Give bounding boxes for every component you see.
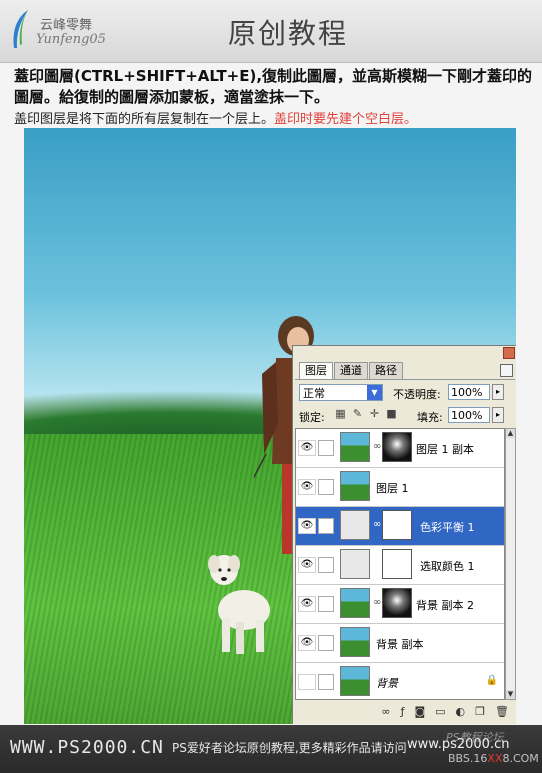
layers-scrollbar[interactable]: ▲ ▼ (505, 428, 516, 700)
watermark-url-c: 8.COM (502, 752, 539, 765)
new-group-icon[interactable]: ▭ (435, 703, 445, 721)
lock-transparency-icon[interactable]: ▦ (335, 408, 346, 419)
layer-link-box[interactable] (318, 635, 334, 651)
layer-link-box[interactable] (318, 479, 334, 495)
layer-link-box[interactable] (318, 557, 334, 573)
layer-thumbnail (340, 471, 370, 501)
adjustment-layer-icon[interactable]: ◐ (456, 703, 466, 721)
tutorial-note-text: 盖印图层是将下面的所有层复制在一个层上。 (14, 112, 275, 127)
lock-all-icon[interactable]: ■ (386, 408, 397, 419)
tabs-divider (295, 379, 515, 380)
tab-paths[interactable]: 路径 (369, 362, 403, 379)
fill-label: 填充: (417, 411, 443, 424)
layer-row[interactable]: 👁 图层 1 (296, 468, 504, 507)
layer-link-box[interactable] (318, 674, 334, 690)
layer-row-selected[interactable]: 👁 ∞ 色彩平衡 1 (296, 507, 504, 546)
logo-text-en: Yunfeng05 (36, 32, 106, 47)
logo-text-cn: 云峰零舞 (40, 18, 93, 33)
page-title: 原创教程 (228, 17, 349, 50)
lock-brush-icon[interactable]: ✎ (352, 408, 363, 419)
panel-tabs: 图层 通道 路径 (299, 362, 404, 380)
dog-figure (208, 555, 270, 654)
blend-mode-value: 正常 (303, 387, 325, 400)
eye-icon[interactable]: 👁 (298, 440, 316, 456)
scroll-down-icon[interactable]: ▼ (506, 690, 515, 699)
layer-row[interactable]: 👁 背景 副本 (296, 624, 504, 663)
link-layers-icon[interactable]: ∞ (381, 703, 390, 721)
fill-stepper-icon[interactable]: ▸ (492, 407, 504, 423)
layer-name: 选取颜色 1 (420, 560, 475, 573)
add-mask-icon[interactable]: ◙ (414, 703, 425, 721)
layer-link-box[interactable] (318, 518, 334, 534)
layer-thumbnail (340, 588, 370, 618)
layers-bottom-toolbar: ∞ ƒ ◙ ▭ ◐ ❐ 🗑 (295, 703, 515, 721)
eye-off-icon[interactable] (298, 674, 316, 690)
panel-menu-button[interactable] (500, 364, 513, 377)
chain-icon: ∞ (373, 519, 382, 530)
lock-label: 锁定: (299, 411, 325, 424)
lock-move-icon[interactable]: ✛ (369, 408, 380, 419)
chain-icon: ∞ (373, 597, 382, 608)
tutorial-note: 盖印图层是将下面的所有层复制在一个层上。盖印时要先建个空白层。 (14, 108, 417, 127)
eye-icon[interactable]: 👁 (298, 518, 316, 534)
tab-channels[interactable]: 通道 (334, 362, 368, 379)
page-header: 云峰零舞 Yunfeng05 原创教程 (0, 0, 542, 63)
trash-icon[interactable]: 🗑 (495, 703, 509, 721)
watermark-url: BBS.16XX8.COM (448, 752, 539, 765)
layer-row[interactable]: 👁 ∞ 背景 副本 2 (296, 585, 504, 624)
layer-mask-thumbnail[interactable] (382, 510, 412, 540)
feather-logo-icon (13, 10, 28, 48)
opacity-stepper-icon[interactable]: ▸ (492, 384, 504, 400)
scroll-up-icon[interactable]: ▲ (506, 429, 515, 438)
layer-name: 背景 副本 (376, 638, 424, 651)
tab-layers[interactable]: 图层 (299, 362, 333, 380)
footer-site-left: WWW.PS2000.CN (10, 737, 164, 758)
layers-list: 👁 ∞ 图层 1 副本 👁 图层 1 👁 ∞ 色彩平衡 1 👁 选取颜色 1 👁… (295, 428, 505, 700)
lock-icons: ▦ ✎ ✛ ■ (335, 408, 397, 419)
layer-mask-thumbnail[interactable] (382, 549, 412, 579)
layer-style-icon[interactable]: ƒ (401, 703, 405, 721)
layer-name: 背景 副本 2 (416, 599, 474, 612)
watermark-url-a: BBS.16 (448, 752, 488, 765)
layer-row[interactable]: 背景 🔒 (296, 663, 504, 699)
layer-mask-thumbnail[interactable] (382, 588, 412, 618)
lock-icon: 🔒 (485, 675, 498, 686)
fill-input[interactable]: 100% (448, 407, 490, 423)
tutorial-note-warning: 盖印时要先建个空白层。 (274, 112, 418, 127)
blend-mode-select[interactable]: 正常 ▼ (299, 384, 383, 401)
opacity-input[interactable]: 100% (448, 384, 490, 400)
layer-name: 背景 (376, 677, 398, 690)
new-layer-icon[interactable]: ❐ (475, 703, 485, 721)
layers-panel: 图层 通道 路径 正常 ▼ 不透明度: 100% ▸ 锁定: ▦ ✎ ✛ ■ 填… (292, 345, 516, 724)
layer-row[interactable]: 👁 ∞ 图层 1 副本 (296, 429, 504, 468)
eye-icon[interactable]: 👁 (298, 557, 316, 573)
watermark-url-b: XX (487, 752, 503, 765)
eye-icon[interactable]: 👁 (298, 479, 316, 495)
layer-thumbnail (340, 432, 370, 462)
chevron-down-icon[interactable]: ▼ (367, 385, 382, 400)
watermark-text: PS教程论坛 (446, 731, 504, 744)
tutorial-step-text: 蓋印圖層(CTRL+SHIFT+ALT+E),復制此圖層，並高斯模糊一下剛才蓋印… (14, 67, 533, 106)
eye-icon[interactable]: 👁 (298, 635, 316, 651)
adjustment-thumbnail-icon (340, 510, 370, 540)
layer-link-box[interactable] (318, 596, 334, 612)
layer-thumbnail (340, 666, 370, 696)
layer-mask-thumbnail[interactable] (382, 432, 412, 462)
layer-link-box[interactable] (318, 440, 334, 456)
layer-name: 色彩平衡 1 (420, 521, 475, 534)
chain-icon: ∞ (373, 441, 382, 452)
eye-icon[interactable]: 👁 (298, 596, 316, 612)
tutorial-photo: 图层 通道 路径 正常 ▼ 不透明度: 100% ▸ 锁定: ▦ ✎ ✛ ■ 填… (24, 128, 516, 724)
adjustment-thumbnail-icon (340, 549, 370, 579)
panel-close-button[interactable] (503, 347, 515, 359)
layer-row[interactable]: 👁 选取颜色 1 (296, 546, 504, 585)
layer-name: 图层 1 (376, 482, 409, 495)
opacity-label: 不透明度: (393, 388, 441, 401)
layer-thumbnail (340, 627, 370, 657)
layer-name: 图层 1 副本 (416, 443, 474, 456)
footer-note: PS爱好者论坛原创教程,更多精彩作品请访问 (172, 741, 407, 755)
